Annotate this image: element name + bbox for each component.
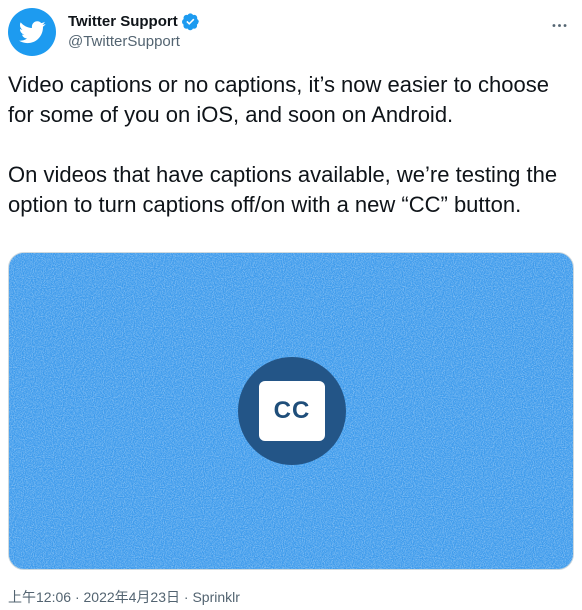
tweet-paragraph: On videos that have captions available, … bbox=[8, 162, 558, 217]
tweet-source[interactable]: Sprinklr bbox=[192, 589, 239, 605]
avatar[interactable] bbox=[8, 8, 56, 56]
meta-separator: · bbox=[183, 589, 189, 605]
meta-separator: · bbox=[74, 589, 80, 605]
more-horizontal-icon bbox=[552, 23, 566, 27]
more-options-button[interactable] bbox=[544, 10, 574, 40]
display-name-row: Twitter Support bbox=[68, 11, 200, 31]
display-name[interactable]: Twitter Support bbox=[68, 13, 178, 30]
tweet-paragraph: Video captions or no captions, it’s now … bbox=[8, 72, 549, 127]
cc-label: CC bbox=[273, 397, 311, 424]
tweet-date[interactable]: 2022年4月23日 bbox=[84, 589, 181, 605]
tweet-media-video[interactable]: CC bbox=[8, 252, 574, 570]
tweet-meta: 上午12:06 · 2022年4月23日 · Sprinklr bbox=[8, 587, 240, 607]
tweet-header: Twitter Support @TwitterSupport bbox=[8, 8, 574, 56]
twitter-bird-icon bbox=[18, 21, 46, 44]
tweet-text: Video captions or no captions, it’s now … bbox=[8, 70, 574, 220]
author-handle[interactable]: @TwitterSupport bbox=[68, 33, 200, 50]
tweet-time[interactable]: 上午12:06 bbox=[8, 589, 71, 605]
verified-badge-icon bbox=[181, 12, 200, 31]
cc-box: CC bbox=[259, 381, 325, 441]
author-names: Twitter Support @TwitterSupport bbox=[68, 11, 200, 50]
cc-button-graphic: CC bbox=[238, 357, 346, 465]
